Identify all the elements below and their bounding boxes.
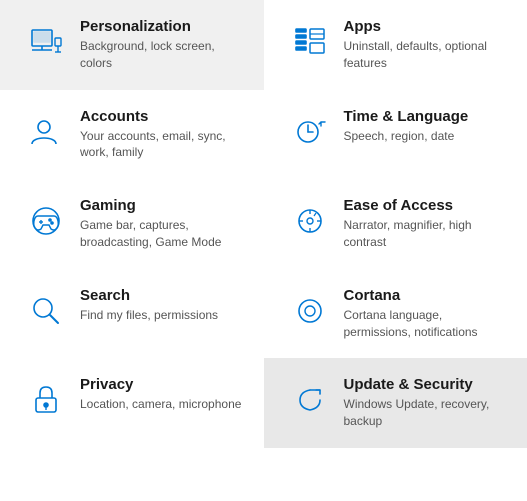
settings-item-cortana[interactable]: Cortana Cortana language, permissions, n…: [264, 269, 527, 359]
search-icon: [24, 289, 68, 333]
item-title-update-security: Update & Security: [344, 376, 508, 393]
item-title-search: Search: [80, 287, 218, 304]
settings-item-ease-of-access[interactable]: Ease of Access Narrator, magnifier, high…: [264, 179, 527, 269]
item-text-apps: Apps Uninstall, defaults, optional featu…: [344, 18, 508, 72]
item-text-ease-of-access: Ease of Access Narrator, magnifier, high…: [344, 197, 508, 251]
item-desc-gaming: Game bar, captures, broadcasting, Game M…: [80, 217, 244, 251]
settings-item-personalization[interactable]: Personalization Background, lock screen,…: [0, 0, 264, 90]
personalization-icon: [24, 20, 68, 64]
item-desc-update-security: Windows Update, recovery, backup: [344, 396, 508, 430]
cortana-icon: [288, 289, 332, 333]
item-desc-privacy: Location, camera, microphone: [80, 396, 241, 413]
item-text-gaming: Gaming Game bar, captures, broadcasting,…: [80, 197, 244, 251]
item-text-privacy: Privacy Location, camera, microphone: [80, 376, 241, 413]
update-icon: [288, 378, 332, 422]
item-desc-cortana: Cortana language, permissions, notificat…: [344, 307, 508, 341]
item-title-time-language: Time & Language: [344, 108, 469, 125]
item-title-gaming: Gaming: [80, 197, 244, 214]
item-text-search: Search Find my files, permissions: [80, 287, 218, 324]
item-text-personalization: Personalization Background, lock screen,…: [80, 18, 244, 72]
settings-item-search[interactable]: Search Find my files, permissions: [0, 269, 264, 359]
item-title-cortana: Cortana: [344, 287, 508, 304]
settings-item-update-security[interactable]: Update & Security Windows Update, recove…: [264, 358, 527, 448]
item-desc-accounts: Your accounts, email, sync, work, family: [80, 128, 244, 162]
item-text-time-language: Time & Language Speech, region, date: [344, 108, 469, 145]
item-desc-search: Find my files, permissions: [80, 307, 218, 324]
settings-item-accounts[interactable]: Accounts Your accounts, email, sync, wor…: [0, 90, 264, 180]
apps-icon: [288, 20, 332, 64]
settings-item-time-language[interactable]: Time & Language Speech, region, date: [264, 90, 527, 180]
item-desc-time-language: Speech, region, date: [344, 128, 469, 145]
item-desc-ease-of-access: Narrator, magnifier, high contrast: [344, 217, 508, 251]
item-desc-personalization: Background, lock screen, colors: [80, 38, 244, 72]
ease-icon: [288, 199, 332, 243]
settings-grid: Personalization Background, lock screen,…: [0, 0, 527, 448]
item-desc-apps: Uninstall, defaults, optional features: [344, 38, 508, 72]
item-title-accounts: Accounts: [80, 108, 244, 125]
settings-item-apps[interactable]: Apps Uninstall, defaults, optional featu…: [264, 0, 527, 90]
settings-item-gaming[interactable]: Gaming Game bar, captures, broadcasting,…: [0, 179, 264, 269]
item-title-apps: Apps: [344, 18, 508, 35]
accounts-icon: [24, 110, 68, 154]
item-title-personalization: Personalization: [80, 18, 244, 35]
item-title-privacy: Privacy: [80, 376, 241, 393]
settings-item-privacy[interactable]: Privacy Location, camera, microphone: [0, 358, 264, 448]
time-icon: [288, 110, 332, 154]
gaming-icon: [24, 199, 68, 243]
privacy-icon: [24, 378, 68, 422]
item-text-cortana: Cortana Cortana language, permissions, n…: [344, 287, 508, 341]
item-text-update-security: Update & Security Windows Update, recove…: [344, 376, 508, 430]
item-title-ease-of-access: Ease of Access: [344, 197, 508, 214]
item-text-accounts: Accounts Your accounts, email, sync, wor…: [80, 108, 244, 162]
